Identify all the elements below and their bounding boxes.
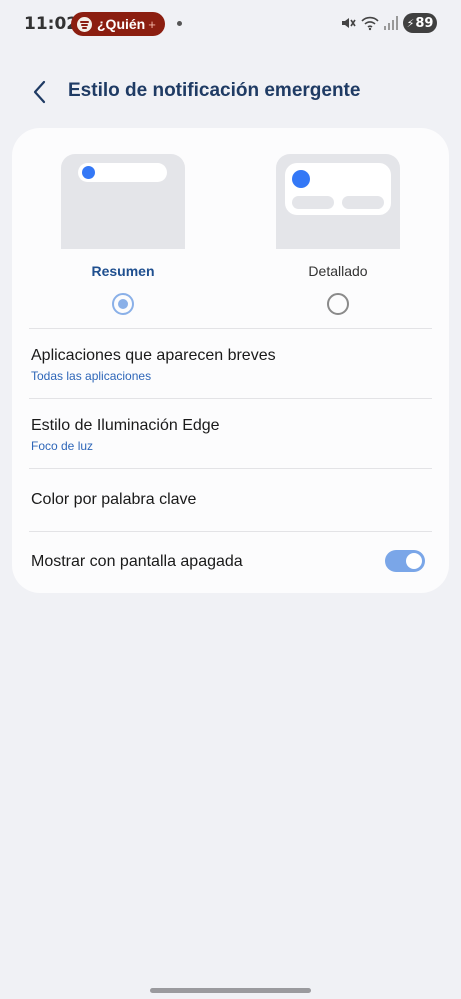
summary-label: Resumen — [91, 263, 155, 279]
detailed-radio[interactable] — [327, 293, 349, 315]
app-header: Estilo de notificación emergente — [0, 72, 461, 112]
gesture-nav-handle[interactable] — [150, 988, 311, 993]
summary-preview[interactable] — [61, 154, 185, 249]
preview-action-placeholder — [342, 196, 384, 209]
media-title: ¿Quién — [97, 16, 146, 32]
status-icons: ⚡ 89 — [340, 13, 437, 33]
keyword-color-setting[interactable]: Color por palabra clave — [12, 469, 449, 531]
page-title: Estilo de notificación emergente — [68, 80, 361, 101]
aod-title: Mostrar con pantalla apagada — [31, 553, 243, 570]
apps-brief-value: Todas las aplicaciones — [31, 369, 152, 383]
detailed-label: Detallado — [308, 263, 368, 279]
spotify-icon — [77, 16, 92, 32]
aod-setting[interactable]: Mostrar con pantalla apagada — [12, 532, 449, 590]
settings-card: Resumen Detallado Aplicaciones que apare… — [12, 128, 449, 593]
media-plus: + — [148, 16, 156, 32]
style-option-summary[interactable]: Resumen — [61, 154, 185, 315]
edge-lighting-value: Foco de luz — [31, 439, 94, 453]
apps-brief-setting[interactable]: Aplicaciones que aparecen breves Todas l… — [12, 329, 449, 398]
battery-indicator: ⚡ 89 — [403, 13, 437, 33]
chevron-left-icon — [33, 80, 46, 104]
preview-dot-icon — [82, 166, 95, 179]
back-button[interactable] — [26, 78, 54, 106]
edge-lighting-setting[interactable]: Estilo de Iluminación Edge Foco de luz — [12, 399, 449, 468]
keyword-color-title: Color por palabra clave — [31, 491, 197, 508]
notification-dot-icon — [177, 21, 182, 26]
media-chip[interactable]: ¿Quién + — [71, 12, 165, 36]
status-bar: 11:02 ¿Quién + ⚡ 89 — [0, 0, 461, 48]
edge-lighting-title: Estilo de Iluminación Edge — [31, 417, 220, 434]
preview-dot-icon — [292, 170, 310, 188]
battery-level: 89 — [415, 15, 434, 31]
summary-radio[interactable] — [112, 293, 134, 315]
wifi-icon — [361, 16, 379, 31]
summary-preview-bar — [78, 163, 167, 182]
clock: 11:02 — [24, 14, 79, 34]
aod-toggle[interactable] — [385, 550, 425, 572]
apps-brief-title: Aplicaciones que aparecen breves — [31, 347, 276, 364]
style-option-detailed[interactable]: Detallado — [276, 154, 400, 315]
preview-action-placeholder — [292, 196, 334, 209]
signal-icon — [384, 16, 398, 30]
charging-icon: ⚡ — [406, 16, 415, 30]
detailed-preview-card — [285, 163, 391, 215]
detailed-preview[interactable] — [276, 154, 400, 249]
mute-icon — [342, 18, 356, 28]
